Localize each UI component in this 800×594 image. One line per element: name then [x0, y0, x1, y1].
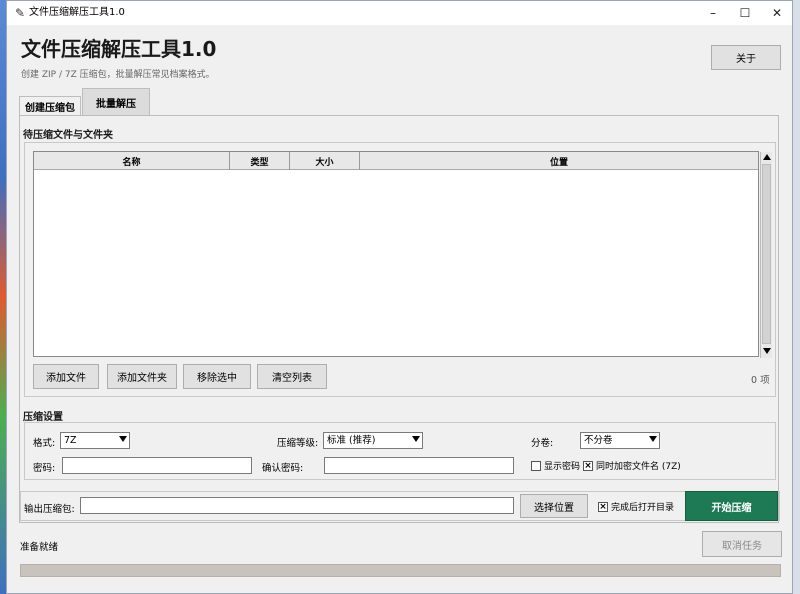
feather-icon: ✎ [15, 6, 26, 20]
clear-list-button[interactable]: 清空列表 [257, 364, 327, 389]
open-after-checkbox[interactable]: × 完成后打开目录 [598, 500, 674, 513]
about-button[interactable]: 关于 [711, 45, 781, 70]
format-value: 7Z [64, 435, 77, 446]
choose-location-button[interactable]: 选择位置 [520, 494, 588, 518]
file-table-scrollbar[interactable] [760, 152, 772, 358]
split-value: 不分卷 [584, 435, 613, 446]
add-files-button[interactable]: 添加文件 [33, 364, 99, 389]
tab-batch-extract[interactable]: 批量解压 [82, 88, 150, 116]
page-title: 文件压缩解压工具1.0 [21, 37, 217, 61]
close-button[interactable]: ✕ [759, 1, 795, 25]
split-select[interactable]: 不分卷 [580, 432, 660, 449]
column-header-location[interactable]: 位置 [360, 152, 758, 170]
file-count: 0 项 [751, 375, 770, 386]
level-value: 标准 (推荐) [327, 435, 376, 446]
page-subtitle: 创建 ZIP / 7Z 压缩包，批量解压常见档案格式。 [21, 70, 215, 80]
checkmark-icon[interactable]: × [598, 501, 608, 512]
file-table-header: 名称 类型 大小 位置 [34, 152, 758, 170]
minimize-button[interactable]: – [695, 1, 731, 25]
format-label: 格式: [33, 438, 56, 449]
cancel-task-button[interactable]: 取消任务 [702, 531, 782, 557]
open-after-label: 完成后打开目录 [611, 503, 675, 513]
remove-selected-button[interactable]: 移除选中 [183, 364, 251, 389]
chevron-down-icon [119, 436, 127, 442]
window-title: 文件压缩解压工具1.0 [29, 7, 125, 18]
start-compress-button[interactable]: 开始压缩 [685, 491, 778, 521]
password-label: 密码: [33, 463, 56, 474]
column-header-type[interactable]: 类型 [230, 152, 290, 170]
scroll-down-arrow-icon[interactable] [763, 348, 771, 354]
scroll-up-arrow-icon[interactable] [763, 154, 771, 160]
split-label: 分卷: [531, 438, 554, 449]
chevron-down-icon [649, 436, 657, 442]
show-password-checkbox[interactable]: 显示密码 [531, 459, 580, 472]
chevron-down-icon [412, 436, 420, 442]
files-section-title: 待压缩文件与文件夹 [23, 130, 113, 141]
confirm-password-input[interactable] [324, 457, 514, 474]
checkmark-icon[interactable]: × [583, 460, 593, 471]
format-select[interactable]: 7Z [60, 432, 130, 449]
app-window: ✎ 文件压缩解压工具1.0 – ☐ ✕ 文件压缩解压工具1.0 创建 ZIP /… [6, 0, 793, 594]
settings-section-title: 压缩设置 [23, 412, 63, 423]
scroll-thumb[interactable] [762, 164, 771, 344]
status-text: 准备就绪 [20, 542, 59, 553]
confirm-password-label: 确认密码: [262, 463, 304, 474]
tab-create-archive[interactable]: 创建压缩包 [19, 96, 81, 116]
encrypt-names-checkbox[interactable]: × 同时加密文件名 (7Z) [583, 459, 681, 472]
checkbox-box[interactable] [531, 460, 541, 471]
show-password-label: 显示密码 [544, 462, 581, 472]
output-label: 输出压缩包: [24, 504, 75, 515]
maximize-button[interactable]: ☐ [727, 1, 763, 25]
level-label: 压缩等级: [277, 438, 319, 449]
column-header-name[interactable]: 名称 [34, 152, 230, 170]
password-input[interactable] [62, 457, 252, 474]
desktop-background-right [793, 0, 800, 594]
title-bar[interactable]: ✎ 文件压缩解压工具1.0 – ☐ ✕ [7, 1, 792, 25]
add-folder-button[interactable]: 添加文件夹 [107, 364, 177, 389]
progress-bar [20, 564, 781, 577]
file-table[interactable]: 名称 类型 大小 位置 [33, 151, 772, 358]
column-header-size[interactable]: 大小 [290, 152, 360, 170]
encrypt-names-label: 同时加密文件名 (7Z) [596, 462, 681, 472]
level-select[interactable]: 标准 (推荐) [323, 432, 423, 449]
output-path-input[interactable] [80, 497, 514, 514]
